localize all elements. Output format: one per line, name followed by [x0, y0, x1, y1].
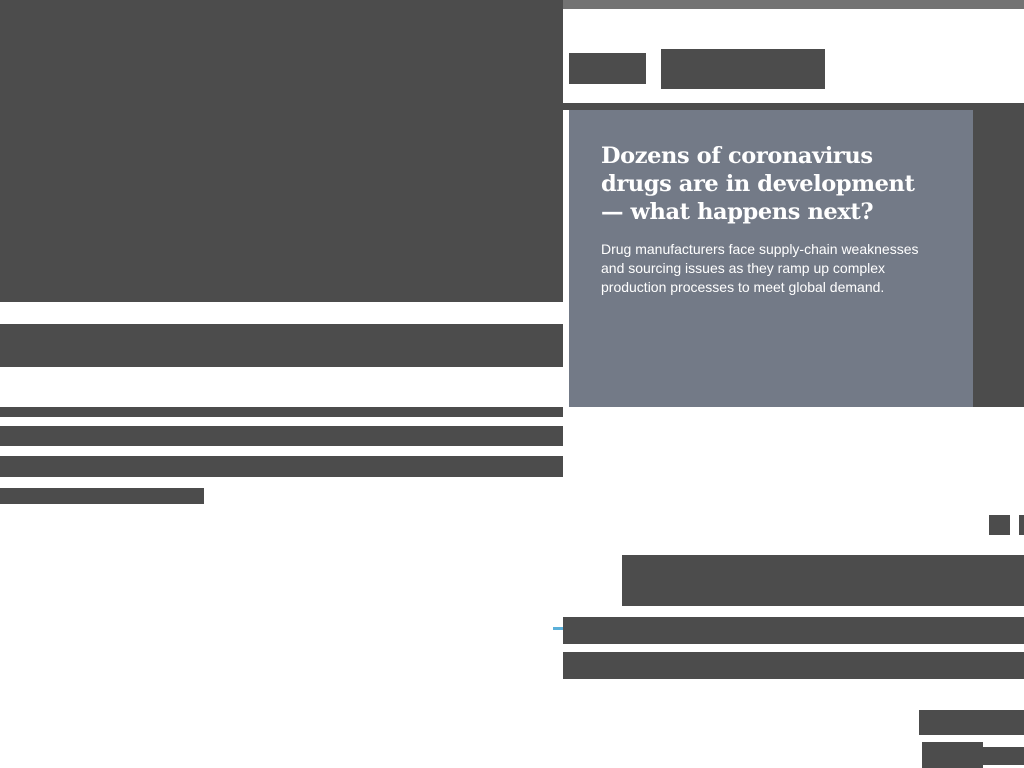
- hero-image: [0, 0, 563, 302]
- featured-article-title[interactable]: Dozens of coronavirus drugs are in devel…: [601, 142, 941, 226]
- content-chip[interactable]: [919, 710, 1024, 735]
- article-text-line: [0, 426, 563, 446]
- nav-button[interactable]: [661, 49, 825, 89]
- content-bar[interactable]: [563, 617, 1024, 644]
- content-chip[interactable]: [983, 747, 1024, 765]
- content-chip[interactable]: [922, 742, 983, 768]
- content-block: [622, 555, 1024, 606]
- carousel-side-panel[interactable]: [973, 110, 1024, 407]
- nav-button[interactable]: [569, 53, 646, 84]
- article-text-line: [0, 456, 563, 477]
- carousel-control[interactable]: [1019, 515, 1024, 535]
- carousel-control[interactable]: [989, 515, 1010, 535]
- top-bar: [563, 0, 1024, 9]
- article-headline-bar[interactable]: [0, 324, 563, 367]
- featured-article-description: Drug manufacturers face supply-chain wea…: [601, 241, 919, 295]
- article-text-line: [0, 488, 204, 504]
- featured-article-card[interactable]: Dozens of coronavirus drugs are in devel…: [569, 110, 973, 407]
- content-bar[interactable]: [563, 652, 1024, 679]
- article-text-line: [0, 407, 563, 417]
- nav-divider: [563, 103, 1024, 110]
